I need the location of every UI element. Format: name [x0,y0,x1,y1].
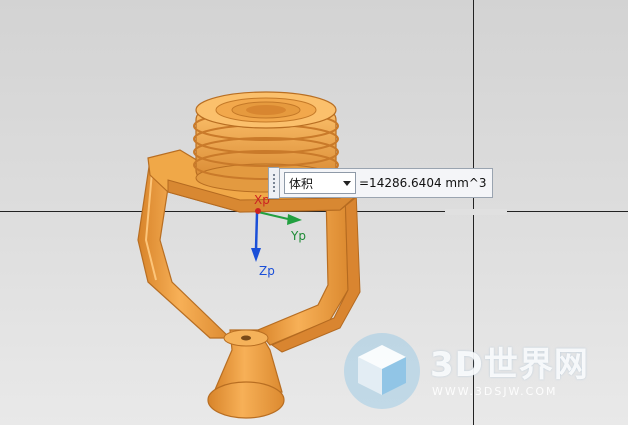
drag-handle[interactable] [268,167,279,199]
volume-result-text: =14286.6404 mm^3 [359,176,487,190]
chevron-down-icon[interactable] [343,181,351,186]
origin-point-icon [255,208,261,214]
measure-property-dropdown[interactable]: 体积 [284,172,356,194]
y-axis-label: Yp [291,229,306,243]
graphics-viewport[interactable]: Xp Yp Zp 体积 =14286.6404 mm^3 3D世界网 WWW.3… [0,0,628,425]
cube-logo-icon [344,333,420,409]
measure-result-panel: 体积 =14286.6404 mm^3 [279,168,494,198]
z-axis-label: Zp [259,264,275,278]
watermark-url: WWW.3DSJW.COM [432,385,558,398]
watermark: 3D世界网 WWW.3DSJW.COM [340,325,625,415]
z-axis-arrow-icon [251,248,261,262]
measure-body-result-widget[interactable]: 体积 =14286.6404 mm^3 [268,167,494,199]
y-axis-arrow-icon [287,214,302,225]
z-axis-line [254,212,259,251]
y-axis-line [257,211,289,220]
watermark-logo-text: 3D世界网 [430,345,589,385]
measure-property-value: 体积 [289,176,314,191]
